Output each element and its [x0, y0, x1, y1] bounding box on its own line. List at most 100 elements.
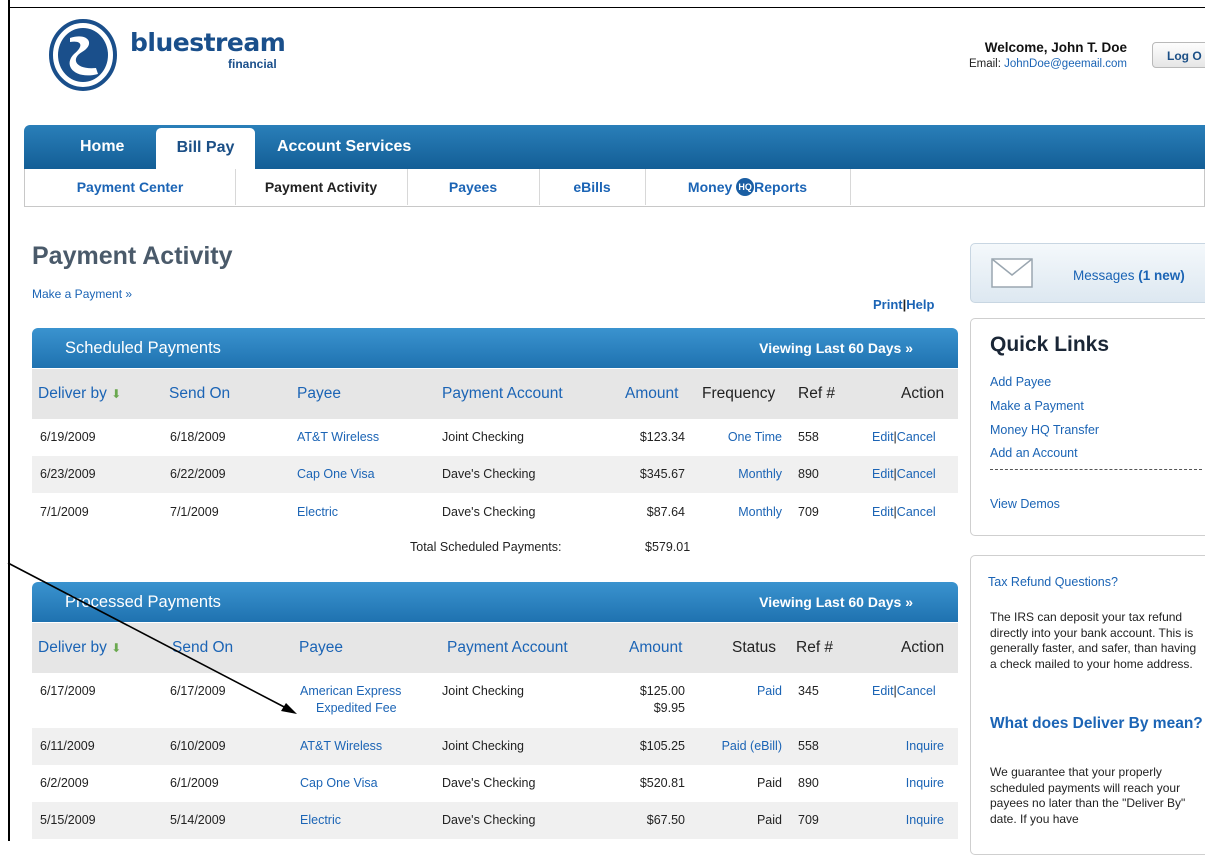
col-amount[interactable]: Amount — [625, 369, 678, 419]
cancel-link[interactable]: Cancel — [897, 505, 936, 519]
subnav-payment-center[interactable]: Payment Center — [25, 169, 235, 206]
col-action: Action — [901, 385, 945, 402]
cell-send: 6/1/2009 — [170, 776, 219, 790]
cell-payee-link[interactable]: AT&T Wireless — [297, 419, 379, 456]
quick-links-title: Quick Links — [990, 333, 1110, 356]
cell-status: Paid — [756, 813, 782, 827]
cell-send: 7/1/2009 — [170, 505, 219, 519]
edit-link[interactable]: Edit — [872, 684, 894, 698]
messages-link[interactable]: Messages (1 new) — [1073, 268, 1185, 283]
email-link[interactable]: JohnDoe@geemail.com — [1004, 58, 1127, 70]
cell-account: Joint Checking — [442, 430, 524, 444]
total-scheduled-value: $579.01 — [645, 540, 691, 554]
cell-status-link[interactable]: Paid (eBill) — [672, 728, 782, 765]
cell-account: Dave's Checking — [442, 776, 536, 790]
processed-viewing-link[interactable]: Viewing Last 60 Days » — [759, 582, 913, 622]
cell-amount: $123.34 — [639, 430, 685, 444]
cell-frequency-link[interactable]: Monthly — [702, 456, 782, 493]
tax-refund-link[interactable]: Tax Refund Questions? — [988, 575, 1118, 589]
quick-link-add-payee[interactable]: Add Payee — [990, 375, 1051, 389]
edit-link[interactable]: Edit — [872, 430, 894, 444]
quick-link-add-account[interactable]: Add an Account — [990, 446, 1078, 460]
cell-status-link[interactable]: Paid — [702, 673, 782, 710]
col-send-on[interactable]: Send On — [169, 369, 230, 419]
sub-nav: Payment Center Payment Activity Payees e… — [24, 169, 1205, 207]
table-row: 6/11/2009 6/10/2009 AT&T Wireless Joint … — [32, 728, 958, 765]
print-help-links: Print|Help — [873, 297, 934, 312]
tax-refund-text: The IRS can deposit your tax refund dire… — [990, 610, 1197, 671]
col-deliver-by-label: Deliver by — [38, 639, 107, 656]
table-row: 6/2/2009 6/1/2009 Cap One Visa Dave's Ch… — [32, 765, 958, 802]
email-line: Email: JohnDoe@geemail.com — [969, 58, 1127, 70]
subnav-money-hq-reports[interactable]: Money HQ Reports — [645, 169, 850, 206]
col-deliver-by[interactable]: Deliver by ⬇ — [38, 623, 121, 673]
table-row: 6/19/2009 6/18/2009 AT&T Wireless Joint … — [32, 419, 958, 456]
col-payment-account[interactable]: Payment Account — [447, 623, 568, 673]
quick-link-money-hq-transfer[interactable]: Money HQ Transfer — [990, 423, 1099, 437]
cell-ref: 890 — [798, 776, 819, 790]
cell-action: Edit|Cancel — [872, 673, 936, 710]
welcome-block: Welcome, John T. Doe Email: JohnDoe@geem… — [969, 40, 1127, 70]
frame-border-left — [8, 0, 10, 841]
cell-account: Dave's Checking — [442, 467, 536, 481]
scheduled-payments-title: Scheduled Payments — [65, 339, 221, 357]
processed-payments-title: Processed Payments — [65, 593, 221, 611]
messages-count: (1 new) — [1138, 268, 1185, 283]
quick-link-view-demos[interactable]: View Demos — [990, 497, 1060, 511]
cell-payee-fee-link[interactable]: Expedited Fee — [316, 690, 397, 727]
scheduled-payments-header: Scheduled Payments Viewing Last 60 Days … — [32, 328, 958, 368]
table-row: 6/17/2009 6/17/2009 American Express Exp… — [32, 673, 958, 728]
col-amount[interactable]: Amount — [629, 623, 682, 673]
col-action: Action — [901, 639, 945, 656]
cell-payee-link[interactable]: Electric — [297, 494, 338, 531]
cell-status: Paid — [756, 776, 782, 790]
cancel-link[interactable]: Cancel — [897, 684, 936, 698]
tab-bill-pay[interactable]: Bill Pay — [156, 128, 255, 172]
inquire-link[interactable]: Inquire — [872, 802, 944, 839]
subnav-payment-activity[interactable]: Payment Activity — [235, 169, 407, 206]
make-payment-link[interactable]: Make a Payment » — [32, 287, 132, 301]
bluestream-logo-icon[interactable] — [48, 18, 118, 92]
cell-frequency-link[interactable]: Monthly — [702, 494, 782, 531]
inquire-link[interactable]: Inquire — [872, 765, 944, 802]
edit-link[interactable]: Edit — [872, 467, 894, 481]
cell-payee-link[interactable]: Electric — [300, 802, 341, 839]
cell-send: 6/18/2009 — [170, 430, 226, 444]
cancel-link[interactable]: Cancel — [897, 467, 936, 481]
cell-ref: 345 — [798, 684, 819, 698]
col-payment-account[interactable]: Payment Account — [442, 369, 563, 419]
cell-ref: 558 — [798, 430, 819, 444]
inquire-link[interactable]: Inquire — [872, 728, 944, 765]
cell-deliver: 6/11/2009 — [40, 739, 95, 753]
processed-payments-header: Processed Payments Viewing Last 60 Days … — [32, 582, 958, 622]
brand-subtitle: financial — [228, 57, 277, 71]
tab-account-services[interactable]: Account Services — [277, 125, 411, 169]
edit-link[interactable]: Edit — [872, 505, 894, 519]
cell-account: Dave's Checking — [442, 505, 536, 519]
cell-ref: 890 — [798, 467, 819, 481]
logout-button[interactable]: Log O — [1152, 42, 1205, 68]
brand-name: bluestream — [130, 28, 286, 57]
cell-payee-link[interactable]: Cap One Visa — [300, 765, 378, 802]
col-status: Status — [732, 639, 776, 656]
col-deliver-by[interactable]: Deliver by ⬇ — [38, 369, 121, 419]
cell-payee-link[interactable]: Cap One Visa — [297, 456, 375, 493]
col-send-on[interactable]: Send On — [172, 623, 233, 673]
cell-ref: 558 — [798, 739, 819, 753]
cancel-link[interactable]: Cancel — [897, 430, 936, 444]
subnav-ebills[interactable]: eBills — [539, 169, 645, 206]
cell-payee-link[interactable]: AT&T Wireless — [300, 728, 382, 765]
cell-deliver: 6/17/2009 — [40, 684, 96, 698]
cell-frequency-link[interactable]: One Time — [702, 419, 782, 456]
cell-send: 5/14/2009 — [170, 813, 226, 827]
print-link[interactable]: Print — [873, 297, 903, 312]
help-link[interactable]: Help — [906, 297, 934, 312]
subnav-payees[interactable]: Payees — [407, 169, 539, 206]
cell-amount: $67.50 — [646, 813, 685, 827]
tab-home[interactable]: Home — [80, 125, 124, 169]
cell-ref: 709 — [798, 505, 819, 519]
col-payee[interactable]: Payee — [299, 623, 343, 673]
col-payee[interactable]: Payee — [297, 369, 341, 419]
scheduled-viewing-link[interactable]: Viewing Last 60 Days » — [759, 328, 913, 368]
quick-link-make-payment[interactable]: Make a Payment — [990, 399, 1084, 413]
